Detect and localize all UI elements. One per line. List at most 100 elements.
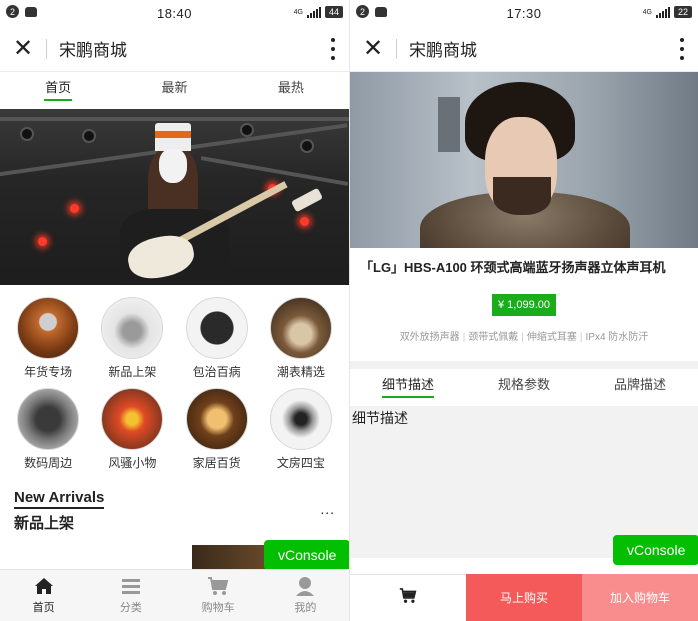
category-label: 数码周边 bbox=[24, 456, 73, 470]
espresso-shots-photo bbox=[185, 388, 248, 450]
coffee-cup-photo bbox=[269, 297, 332, 359]
category-item[interactable]: 潮表精选 bbox=[259, 297, 343, 380]
detail-tabs: 细节描述 规格参数 品牌描述 bbox=[350, 369, 698, 406]
feature-tag: 颈带式佩戴 bbox=[468, 332, 519, 343]
cart-icon bbox=[399, 587, 417, 609]
espresso-machine-photo bbox=[101, 297, 164, 359]
category-label: 文房四宝 bbox=[276, 456, 325, 470]
buy-now-button[interactable]: 马上购买 bbox=[466, 574, 582, 621]
stage-light bbox=[300, 217, 309, 226]
tab-latest[interactable]: 最新 bbox=[116, 72, 232, 109]
tab-brand[interactable]: 品牌描述 bbox=[582, 369, 698, 406]
notification-badge: 2 bbox=[6, 5, 19, 18]
product-detail-screen: 2 17:30 4G 22 ✕ 宋鹏商城 「LG」HBS-A100 环颈式高端蓝… bbox=[349, 0, 698, 621]
more-link[interactable]: ... bbox=[320, 501, 335, 517]
feature-tag: IPx4 防水防汗 bbox=[585, 332, 649, 343]
battery-level: 44 bbox=[325, 6, 343, 18]
status-time: 18:40 bbox=[156, 5, 193, 21]
performer-mask bbox=[159, 149, 187, 183]
detail-text: 细节描述 bbox=[352, 410, 408, 426]
guitar-headstock bbox=[290, 187, 324, 213]
banner-image[interactable] bbox=[0, 109, 349, 285]
category-label: 潮表精选 bbox=[276, 365, 325, 379]
category-item[interactable]: 包治百病 bbox=[175, 297, 259, 380]
beard bbox=[493, 177, 551, 215]
network-type: 4G bbox=[642, 8, 652, 16]
stage-lamp bbox=[82, 129, 96, 143]
tab-home[interactable]: 首页 bbox=[0, 72, 116, 109]
stage-lamp bbox=[20, 127, 34, 141]
network-type: 4G bbox=[293, 8, 303, 16]
status-bar: 2 18:40 4G 44 bbox=[0, 0, 349, 26]
nav-label: 分类 bbox=[119, 602, 142, 614]
stage-truss bbox=[0, 117, 349, 121]
tab-details[interactable]: 细节描述 bbox=[350, 369, 466, 406]
coffee-dripper-photo bbox=[17, 297, 80, 359]
product-name: 「LG」HBS-A100 环颈式高端蓝牙扬声器立体声耳机 bbox=[360, 260, 666, 275]
product-image[interactable] bbox=[350, 72, 698, 248]
section-divider bbox=[350, 361, 698, 369]
category-label: 风骚小物 bbox=[108, 456, 157, 470]
add-to-cart-button[interactable]: 加入购物车 bbox=[582, 574, 698, 621]
nav-home[interactable]: 首页 bbox=[0, 570, 87, 621]
background-tower bbox=[438, 97, 460, 152]
stage-truss bbox=[200, 156, 349, 186]
title-bar: ✕ 宋鹏商城 bbox=[350, 26, 698, 72]
section-title-en: New Arrivals bbox=[14, 489, 105, 509]
battery-level: 22 bbox=[674, 6, 692, 18]
page-title: 宋鹏商城 bbox=[409, 41, 477, 60]
nav-cart[interactable]: 购物车 bbox=[175, 570, 262, 621]
home-icon bbox=[33, 576, 55, 596]
close-icon[interactable]: ✕ bbox=[0, 26, 46, 72]
list-icon bbox=[120, 576, 142, 596]
category-item[interactable]: 家居百货 bbox=[175, 388, 259, 471]
nav-profile[interactable]: 我的 bbox=[262, 570, 349, 621]
category-item[interactable]: 新品上架 bbox=[90, 297, 174, 380]
category-item[interactable]: 数码周边 bbox=[6, 388, 90, 471]
android-icon bbox=[25, 6, 37, 17]
vconsole-button[interactable]: vConsole bbox=[264, 540, 349, 570]
performer-hat-band bbox=[155, 131, 191, 138]
user-icon bbox=[294, 576, 316, 596]
more-menu-icon[interactable] bbox=[676, 38, 688, 60]
signal-icon bbox=[656, 6, 670, 18]
cart-button[interactable] bbox=[350, 574, 466, 621]
title-divider bbox=[396, 38, 397, 59]
android-icon bbox=[375, 6, 387, 17]
nav-label: 购物车 bbox=[201, 602, 235, 614]
category-item[interactable]: 风骚小物 bbox=[90, 388, 174, 471]
section-title-cn: 新品上架 bbox=[14, 515, 75, 532]
new-arrivals-section: New Arrivals 新品上架 ... bbox=[0, 489, 349, 533]
stage-light bbox=[38, 237, 47, 246]
feature-tag: 双外放扬声器 bbox=[399, 332, 460, 343]
category-item[interactable]: 文房四宝 bbox=[259, 388, 343, 471]
title-divider bbox=[46, 38, 47, 59]
kitchen-scale-photo bbox=[101, 388, 164, 450]
category-item[interactable]: 年货专场 bbox=[6, 297, 90, 380]
aeropress-photo bbox=[269, 388, 332, 450]
home-screen: 2 18:40 4G 44 ✕ 宋鹏商城 首页 最新 最热 年货专场 新品上架 … bbox=[0, 0, 349, 621]
close-icon[interactable]: ✕ bbox=[350, 26, 396, 72]
category-label: 家居百货 bbox=[192, 456, 241, 470]
black-box-photo bbox=[185, 297, 248, 359]
stage-lamp bbox=[300, 139, 314, 153]
status-time: 17:30 bbox=[506, 5, 542, 21]
category-label: 年货专场 bbox=[24, 365, 73, 379]
tab-specs[interactable]: 规格参数 bbox=[466, 369, 582, 406]
notification-badge: 2 bbox=[356, 5, 369, 18]
cart-icon bbox=[207, 576, 229, 596]
page-title: 宋鹏商城 bbox=[59, 41, 127, 60]
purchase-bar: 马上购买 加入购物车 bbox=[350, 574, 698, 621]
stage-lamp bbox=[240, 123, 254, 137]
signal-icon bbox=[307, 6, 321, 18]
vconsole-button[interactable]: vConsole bbox=[613, 535, 698, 565]
stage-light bbox=[70, 204, 79, 213]
more-menu-icon[interactable] bbox=[327, 38, 339, 60]
price-badge: ¥ 1,099.00 bbox=[492, 294, 556, 316]
nav-category[interactable]: 分类 bbox=[87, 570, 174, 621]
product-thumbnail[interactable] bbox=[192, 545, 272, 569]
category-label: 包治百病 bbox=[192, 365, 241, 379]
tab-hottest[interactable]: 最热 bbox=[233, 72, 349, 109]
feature-tag: 伸缩式耳塞 bbox=[526, 332, 577, 343]
coffee-roaster-photo bbox=[17, 388, 80, 450]
